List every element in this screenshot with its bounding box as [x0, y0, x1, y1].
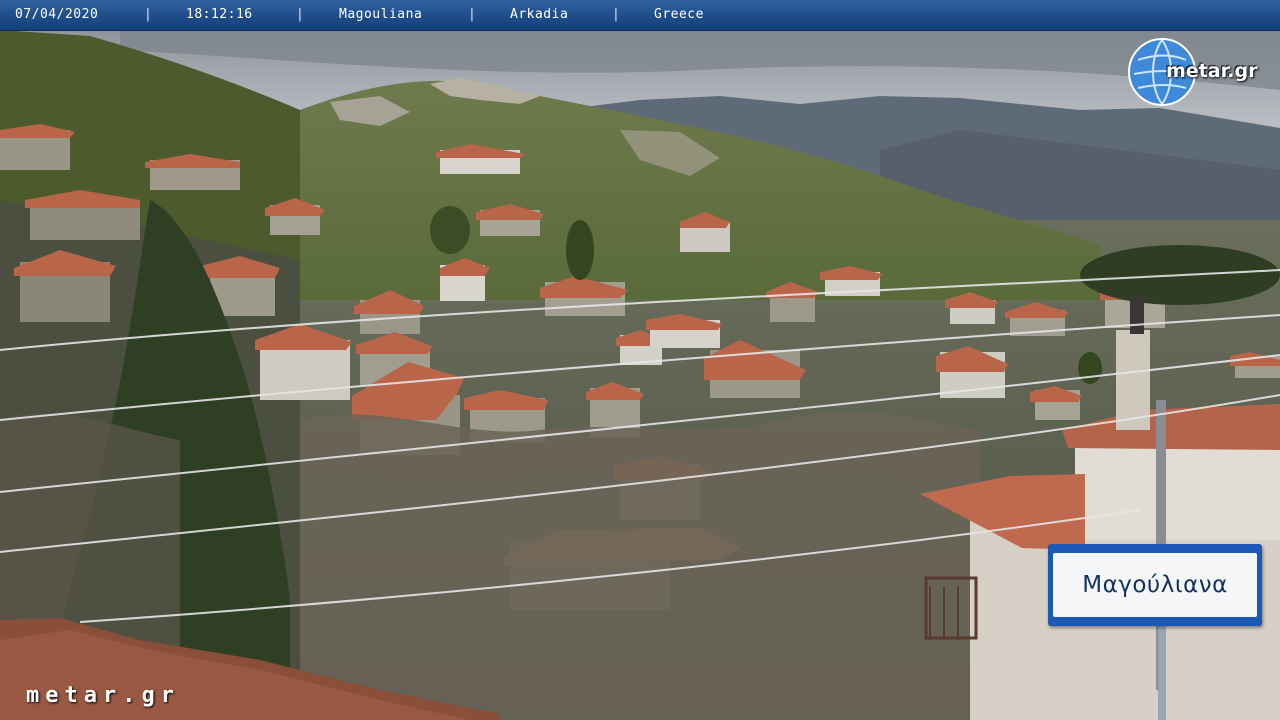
village-text: Magouliana	[339, 7, 423, 22]
country-text: Greece	[654, 7, 704, 22]
separator: |	[612, 7, 621, 22]
watermark-text: metar.gr	[26, 683, 180, 708]
separator: |	[144, 7, 153, 22]
village-sign: Μαγούλιανα	[1048, 544, 1262, 626]
camera-info-bar: 07/04/2020 | 18:12:16 | Magouliana | Ark…	[0, 0, 1280, 31]
metar-logo: metar.gr	[1128, 38, 1273, 108]
sign-plate: Μαγούλιανα	[1053, 553, 1257, 617]
logo-text: metar.gr	[1166, 60, 1258, 82]
bare-trees	[300, 411, 980, 720]
time-text: 18:12:16	[186, 7, 253, 22]
date-text: 07/04/2020	[15, 7, 99, 22]
region-text: Arkadia	[510, 7, 569, 22]
separator: |	[468, 7, 477, 22]
sign-text: Μαγούλιανα	[1082, 572, 1228, 598]
separator: |	[296, 7, 305, 22]
